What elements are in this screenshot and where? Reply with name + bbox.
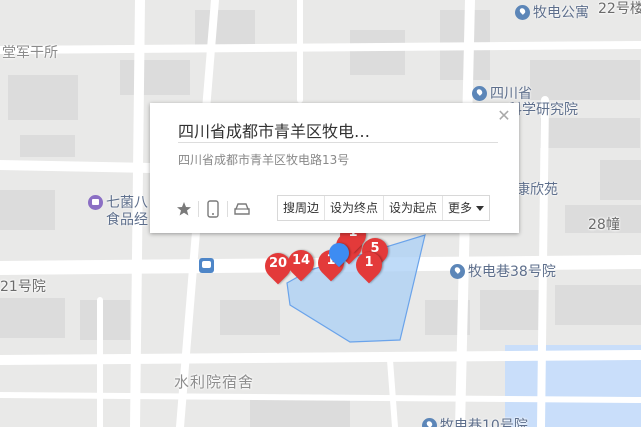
more-label: 更多 [448,201,473,215]
map-canvas[interactable]: 堂军干所 21号院 水利院宿舍 28幢 22号楼 牧电公寓 四川省 科学研究院 … [0,0,641,427]
popup-address: 四川省成都市青羊区牧电路13号 [178,153,350,167]
set-origin-button[interactable]: 设为起点 [384,196,444,220]
poi-mudian-xiang-10[interactable]: 牧电巷10号院 [422,415,528,427]
poi-label: 康欣苑 [516,182,558,198]
location-icon [515,4,530,20]
poi-label: 牧电公寓 [533,5,589,21]
marker-pin[interactable]: 14 [282,244,320,282]
poi-label: 牧电巷38号院 [468,264,556,280]
phone-icon[interactable] [199,198,227,220]
map-label-22: 22号楼 [598,1,641,17]
set-destination-button[interactable]: 设为终点 [325,196,385,220]
location-pin-icon [324,238,354,268]
popup-divider [178,142,498,143]
map-label-road: 堂军干所 [2,45,58,61]
bus-icon [199,258,214,273]
shop-icon [88,194,103,210]
location-icon [450,263,465,279]
popup-icon-row [170,198,256,220]
more-dropdown[interactable]: 更多 [443,196,489,220]
marker-number: 1 [364,255,374,270]
map-label-21: 21号院 [0,279,46,295]
popup-action-bar: 搜周边 设为终点 设为起点 更多 [277,195,491,221]
poi-kangxin-yuan[interactable]: 康欣苑 [516,179,558,199]
poi-shipin-jing[interactable]: 食品经 [106,209,148,229]
close-icon[interactable]: ✕ [497,108,511,124]
bus-stop[interactable] [199,258,214,273]
star-icon[interactable] [170,198,198,220]
info-popup: 四川省成都市青羊区牧电… 四川省成都市青羊区牧电路13号 ✕ 搜周边 设为终点 … [150,103,519,233]
marker-number: 14 [291,253,311,268]
car-icon[interactable] [228,198,256,220]
current-location-marker[interactable] [324,238,354,269]
chevron-down-icon [476,205,485,211]
poi-mudian-xiang-38[interactable]: 牧电巷38号院 [450,261,556,281]
location-icon [472,85,487,101]
location-icon [422,417,437,427]
search-nearby-button[interactable]: 搜周边 [278,196,326,220]
map-label-shuiliyuan: 水利院宿舍 [174,373,255,391]
marker-pin[interactable]: 1 [350,246,388,284]
popup-title: 四川省成都市青羊区牧电… [178,122,371,141]
poi-mudian-gongyu[interactable]: 牧电公寓 [515,2,589,22]
poi-label: 食品经 [106,212,148,228]
poi-label: 牧电巷10号院 [440,418,528,427]
map-label-28: 28幢 [588,217,620,233]
